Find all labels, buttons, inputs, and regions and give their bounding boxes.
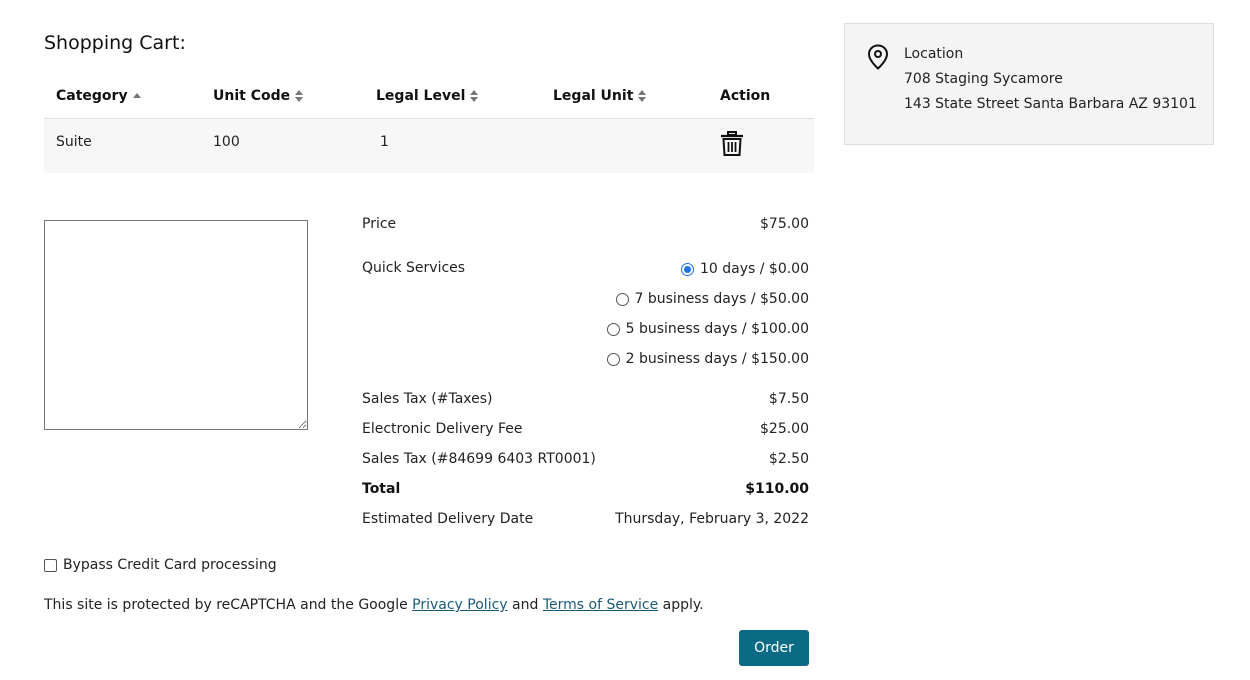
notes-textarea[interactable] xyxy=(44,220,308,430)
page-title: Shopping Cart: xyxy=(44,32,186,54)
delivery-fee-row: Electronic Delivery Fee $25.00 xyxy=(362,421,809,437)
quick-option-2-days[interactable]: 2 business days / $150.00 xyxy=(606,351,809,367)
quick-services-label: Quick Services xyxy=(362,260,466,276)
sales-tax-2-row: Sales Tax (#84699 6403 RT0001) $2.50 xyxy=(362,451,809,467)
sales-tax-row: Sales Tax (#Taxes) $7.50 xyxy=(362,391,809,407)
price-row: Price $75.00 xyxy=(362,216,809,232)
column-label: Category xyxy=(56,88,128,104)
radio-button[interactable] xyxy=(606,352,620,366)
line-value: $2.50 xyxy=(768,451,809,467)
cell-legal-level: 1 xyxy=(380,134,389,150)
total-row: Total $110.00 xyxy=(362,481,809,497)
column-unit-code[interactable]: Unit Code xyxy=(213,88,304,104)
cell-unit-code: 100 xyxy=(213,134,240,150)
location-address: 143 State Street Santa Barbara AZ 93101 xyxy=(904,96,1197,112)
radio-label: 7 business days / $50.00 xyxy=(634,291,809,307)
cell-category: Suite xyxy=(56,134,92,150)
column-label: Legal Unit xyxy=(553,88,634,104)
radio-label: 2 business days / $150.00 xyxy=(625,351,809,367)
recaptcha-suffix: apply. xyxy=(658,597,704,613)
sort-icon xyxy=(470,90,479,102)
radio-button[interactable] xyxy=(680,262,694,276)
line-value: $25.00 xyxy=(760,421,809,437)
line-label: Sales Tax (#84699 6403 RT0001) xyxy=(362,451,596,467)
bypass-credit-card-option[interactable]: Bypass Credit Card processing xyxy=(44,557,277,573)
delivery-date-value: Thursday, February 3, 2022 xyxy=(615,511,809,527)
column-action: Action xyxy=(720,88,770,104)
radio-label: 5 business days / $100.00 xyxy=(625,321,809,337)
terms-of-service-link[interactable]: Terms of Service xyxy=(543,597,658,613)
column-legal-level[interactable]: Legal Level xyxy=(376,88,479,104)
privacy-policy-link[interactable]: Privacy Policy xyxy=(412,597,507,613)
radio-button[interactable] xyxy=(606,322,620,336)
price-label: Price xyxy=(362,216,397,232)
trash-icon[interactable] xyxy=(720,131,744,157)
radio-label: 10 days / $0.00 xyxy=(699,261,809,277)
recaptcha-prefix: This site is protected by reCAPTCHA and … xyxy=(44,597,413,613)
column-label: Legal Level xyxy=(376,88,466,104)
recaptcha-notice: This site is protected by reCAPTCHA and … xyxy=(44,597,704,613)
total-value: $110.00 xyxy=(745,481,809,497)
quick-option-5-days[interactable]: 5 business days / $100.00 xyxy=(606,321,809,337)
sort-icon xyxy=(295,90,304,102)
sort-ascending-icon xyxy=(132,90,141,102)
table-row: Suite 100 1 xyxy=(44,119,814,173)
order-button[interactable]: Order xyxy=(739,630,809,666)
sort-icon xyxy=(638,90,647,102)
line-value: $7.50 xyxy=(768,391,809,407)
column-category[interactable]: Category xyxy=(56,88,141,104)
delivery-date-row: Estimated Delivery Date Thursday, Februa… xyxy=(362,511,809,527)
price-value: $75.00 xyxy=(760,216,809,232)
location-card: Location 708 Staging Sycamore 143 State … xyxy=(844,23,1214,145)
map-pin-icon xyxy=(867,44,889,70)
location-name: 708 Staging Sycamore xyxy=(904,71,1063,87)
quick-option-7-days[interactable]: 7 business days / $50.00 xyxy=(615,291,809,307)
bypass-checkbox[interactable] xyxy=(44,558,57,572)
line-label: Electronic Delivery Fee xyxy=(362,421,523,437)
location-heading: Location xyxy=(904,46,964,62)
bypass-label: Bypass Credit Card processing xyxy=(63,557,277,573)
total-label: Total xyxy=(362,481,401,497)
quick-option-10-days[interactable]: 10 days / $0.00 xyxy=(680,261,809,277)
delivery-date-label: Estimated Delivery Date xyxy=(362,511,534,527)
column-label: Action xyxy=(720,88,771,104)
recaptcha-middle: and xyxy=(507,597,543,613)
column-legal-unit[interactable]: Legal Unit xyxy=(553,88,647,104)
radio-button[interactable] xyxy=(615,292,629,306)
cart-table: Category Unit Code Legal Level Legal Uni… xyxy=(44,78,814,173)
table-header: Category Unit Code Legal Level Legal Uni… xyxy=(44,78,814,119)
line-label: Sales Tax (#Taxes) xyxy=(362,391,493,407)
column-label: Unit Code xyxy=(213,88,291,104)
